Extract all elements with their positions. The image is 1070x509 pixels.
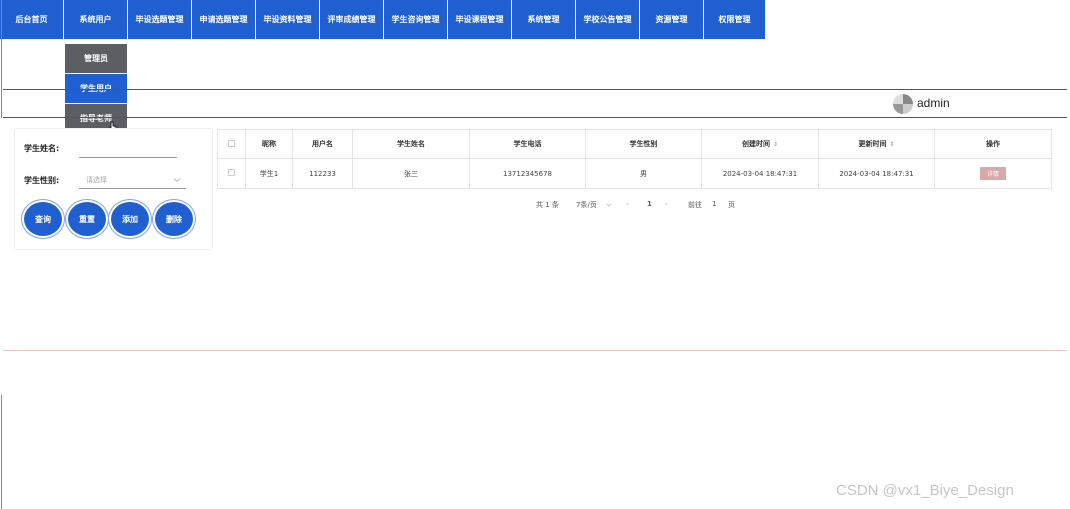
nav-item-materials[interactable]: 毕设资料管理 (256, 0, 320, 39)
left-border-line-lower (1, 395, 2, 509)
cell-nickname: 学生1 (245, 158, 293, 189)
select-all-cell[interactable] (217, 129, 246, 159)
sort-icon[interactable]: ⇕ (773, 141, 778, 148)
col-updated-time[interactable]: 更新时间 ⇕ (818, 129, 935, 159)
col-username: 用户名 (292, 129, 353, 159)
cell-student-name: 张三 (352, 158, 470, 189)
cell-student-phone: 13712345678 (469, 158, 586, 189)
current-page[interactable]: 1 (647, 200, 652, 208)
cell-student-gender: 男 (585, 158, 702, 189)
nav-item-system[interactable]: 系统管理 (512, 0, 576, 39)
chevron-down-icon (173, 178, 181, 183)
page-size-select[interactable]: 7条/页 (576, 200, 597, 210)
pagination-total: 共 1 条 (536, 201, 559, 209)
col-student-gender: 学生性别 (585, 129, 702, 159)
student-name-input[interactable] (79, 143, 177, 158)
content-divider (3, 350, 1067, 351)
col-nickname: 昵称 (245, 129, 293, 159)
student-name-label: 学生姓名: (24, 144, 60, 153)
col-student-name: 学生姓名 (352, 129, 470, 159)
left-border-line (1, 0, 2, 118)
nav-item-announcements[interactable]: 学校公告管理 (576, 0, 640, 39)
cell-username: 112233 (292, 158, 353, 189)
next-page-icon[interactable]: › (665, 200, 668, 208)
student-gender-select[interactable]: 请选择 (79, 172, 186, 189)
nav-item-resources[interactable]: 资源管理 (640, 0, 704, 39)
row-select-cell[interactable] (217, 158, 246, 189)
table-header-row: 昵称 用户名 学生姓名 学生电话 学生性别 创建时间 ⇕ 更新时间 ⇕ 操作 (217, 129, 1052, 159)
add-button[interactable]: 添加 (111, 202, 149, 236)
updated-time-label: 更新时间 (858, 140, 887, 148)
col-actions: 操作 (934, 129, 1052, 159)
header-bar: admin (3, 89, 1067, 118)
row-checkbox[interactable] (228, 169, 235, 176)
nav-item-courses[interactable]: 毕设课程管理 (448, 0, 512, 39)
table-row: 学生1 112233 张三 13712345678 男 2024-03-04 1… (217, 158, 1052, 189)
avatar[interactable] (893, 94, 913, 114)
search-panel: 学生姓名: 学生性别: 请选择 查询 重置 添加 删除 (14, 128, 213, 250)
reset-button[interactable]: 重置 (68, 202, 106, 236)
prev-page-icon[interactable]: ‹ (626, 200, 629, 208)
student-table: 昵称 用户名 学生姓名 学生电话 学生性别 创建时间 ⇕ 更新时间 ⇕ 操作 学生1… (217, 129, 1052, 189)
top-nav: 后台首页 系统用户 毕设选题管理 申请选题管理 毕设资料管理 评审成绩管理 学生… (0, 0, 766, 39)
nav-item-topic-application[interactable]: 申请选题管理 (192, 0, 256, 39)
delete-button[interactable]: 删除 (155, 202, 193, 236)
watermark: CSDN @vx1_Biye_Design (836, 482, 1014, 499)
select-all-checkbox[interactable] (228, 139, 235, 147)
dropdown-item-admin[interactable]: 管理员 (65, 44, 127, 73)
sort-icon[interactable]: ⇕ (889, 141, 894, 148)
col-created-time[interactable]: 创建时间 ⇕ (701, 129, 819, 159)
cell-actions: 详情 (934, 158, 1052, 189)
nav-item-home[interactable]: 后台首页 (0, 0, 64, 39)
nav-item-permissions[interactable]: 权限管理 (704, 0, 766, 39)
created-time-label: 创建时间 (741, 140, 770, 148)
cell-updated-time: 2024-03-04 18:47:31 (818, 158, 935, 189)
goto-label: 前往 (688, 201, 702, 209)
detail-button[interactable]: 详情 (979, 167, 1006, 180)
admin-username[interactable]: admin (917, 96, 950, 110)
nav-item-system-users[interactable]: 系统用户 (64, 0, 128, 39)
page-size-chevron-icon[interactable] (606, 202, 612, 208)
query-button[interactable]: 查询 (24, 202, 62, 236)
nav-item-consulting[interactable]: 学生咨询管理 (384, 0, 448, 39)
col-student-phone: 学生电话 (469, 129, 586, 159)
cell-created-time: 2024-03-04 18:47:31 (701, 158, 819, 189)
student-gender-label: 学生性别: (24, 176, 60, 185)
page-suffix: 页 (728, 201, 735, 209)
gender-select-placeholder: 请选择 (86, 176, 107, 184)
nav-item-grades[interactable]: 评审成绩管理 (320, 0, 384, 39)
nav-item-topic-management[interactable]: 毕设选题管理 (128, 0, 192, 39)
goto-input[interactable]: 1 (712, 200, 716, 208)
